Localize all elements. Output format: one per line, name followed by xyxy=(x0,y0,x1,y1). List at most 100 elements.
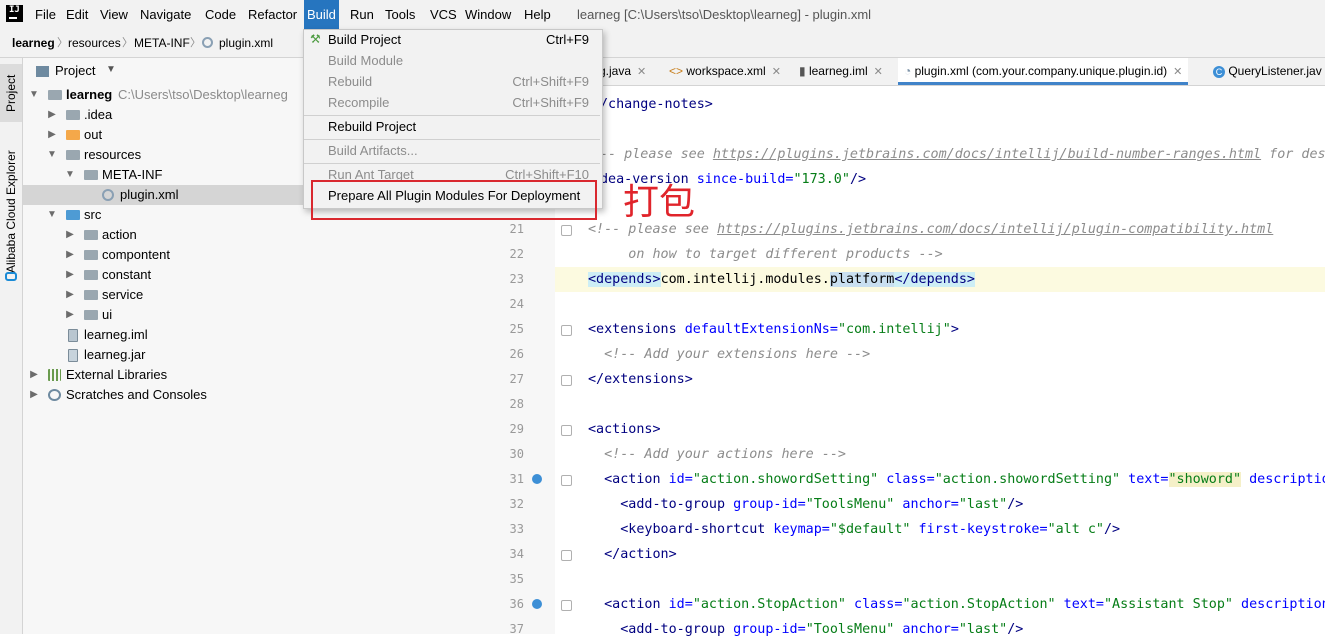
fold-marker-icon[interactable] xyxy=(561,600,572,611)
tree-item-compontent[interactable]: ▶ compontent xyxy=(23,245,503,265)
collapse-arrow-icon[interactable]: ▶ xyxy=(65,225,75,245)
expand-arrow-icon[interactable]: ▼ xyxy=(65,165,75,185)
breadcrumb-resources[interactable]: resources xyxy=(68,29,121,57)
menu-edit[interactable]: Edit xyxy=(63,0,91,29)
tree-item-ui[interactable]: ▶ ui xyxy=(23,305,503,325)
menu-item-build-project[interactable]: ⚒ Build Project Ctrl+F9 xyxy=(303,29,601,50)
menu-item-label: Build Project xyxy=(328,32,401,47)
close-icon[interactable]: ✕ xyxy=(1173,66,1182,78)
code-token: "Assistant Stop" xyxy=(1104,597,1233,612)
plugin-file-icon xyxy=(202,37,213,48)
collapse-arrow-icon[interactable]: ▶ xyxy=(29,385,39,405)
expand-arrow-icon[interactable]: ▼ xyxy=(47,205,57,225)
breadcrumb-meta-inf[interactable]: META-INF xyxy=(134,29,190,57)
window-title: learneg [C:\Users\tso\Desktop\learneg] -… xyxy=(577,7,872,22)
code-token: id= xyxy=(660,472,693,487)
menu-view[interactable]: View xyxy=(97,0,131,29)
close-icon[interactable]: ✕ xyxy=(772,66,781,78)
collapse-arrow-icon[interactable]: ▶ xyxy=(65,245,75,265)
menu-item-build-module[interactable]: Build Module xyxy=(303,50,601,71)
menu-file[interactable]: File xyxy=(32,0,59,29)
close-icon[interactable]: ✕ xyxy=(637,66,646,78)
code-link[interactable]: https://plugins.jetbrains.com/docs/intel… xyxy=(717,222,1273,237)
highlight-box xyxy=(311,180,597,220)
tab-label: g.java xyxy=(599,64,632,78)
collapse-arrow-icon[interactable]: ▶ xyxy=(47,105,57,125)
collapse-arrow-icon[interactable]: ▶ xyxy=(65,265,75,285)
menu-item-rebuild[interactable]: Rebuild Ctrl+Shift+F9 xyxy=(303,71,601,92)
line-number: 34 xyxy=(509,547,524,561)
code-token: platform xyxy=(829,272,895,287)
implementation-marker-icon[interactable] xyxy=(532,474,542,484)
tree-item-external-libraries[interactable]: ▶ External Libraries xyxy=(23,365,503,385)
collapse-arrow-icon[interactable]: ▶ xyxy=(65,305,75,325)
menu-code[interactable]: Code xyxy=(202,0,239,29)
chevron-down-icon[interactable]: ▼ xyxy=(106,64,116,75)
expand-arrow-icon[interactable]: ▼ xyxy=(47,145,57,165)
package-icon xyxy=(84,270,98,280)
breadcrumb-plugin-xml[interactable]: plugin.xml xyxy=(219,29,273,57)
tree-item-learneg-iml[interactable]: learneg.iml xyxy=(23,325,503,345)
project-tool-tab[interactable]: Project xyxy=(0,64,22,122)
fold-marker-icon[interactable] xyxy=(561,225,572,236)
menu-window[interactable]: Window xyxy=(462,0,514,29)
code-line: <add-to-group group-id="ToolsMenu" ancho… xyxy=(588,617,1023,642)
implementation-marker-icon[interactable] xyxy=(532,599,542,609)
line-number: 28 xyxy=(509,397,524,411)
project-panel-title[interactable]: Project xyxy=(55,63,95,78)
tree-item-label: Scratches and Consoles xyxy=(66,387,207,402)
menu-build[interactable]: Build xyxy=(304,0,339,29)
code-link[interactable]: https://plugins.jetbrains.com/docs/intel… xyxy=(713,147,1261,162)
code-token: <action xyxy=(588,472,661,487)
code-line: on how to target different products --> xyxy=(588,242,942,267)
code-token: "173.0" xyxy=(793,172,850,187)
code-line: <!-- Add your extensions here --> xyxy=(588,342,870,367)
chevron-right-icon: 〉 xyxy=(190,37,201,49)
tree-item-learneg-jar[interactable]: learneg.jar xyxy=(23,345,503,365)
code-line: <add-to-group group-id="ToolsMenu" ancho… xyxy=(588,492,1023,517)
code-token: "action.StopAction" xyxy=(902,597,1056,612)
menu-item-label: Rebuild xyxy=(328,74,373,89)
fold-marker-icon[interactable] xyxy=(561,475,572,486)
menu-vcs[interactable]: VCS xyxy=(427,0,460,29)
breadcrumb-project[interactable]: learneg xyxy=(12,29,55,57)
menu-run[interactable]: Run xyxy=(347,0,377,29)
code-token: <actions> xyxy=(588,422,661,437)
fold-marker-icon[interactable] xyxy=(561,425,572,436)
menu-item-rebuild-project[interactable]: Rebuild Project xyxy=(303,116,601,137)
fold-marker-icon[interactable] xyxy=(561,375,572,386)
fold-marker-icon[interactable] xyxy=(561,325,572,336)
collapse-arrow-icon[interactable]: ▶ xyxy=(65,285,75,305)
code-line: </extensions> xyxy=(588,367,693,392)
menu-item-recompile[interactable]: Recompile Ctrl+Shift+F9 xyxy=(303,92,601,113)
menu-help[interactable]: Help xyxy=(521,0,554,29)
code-token: anchor= xyxy=(894,497,959,512)
scratches-icon xyxy=(48,389,61,401)
code-token: "ToolsMenu" xyxy=(805,497,895,512)
tab-g-java[interactable]: g.java ✕ xyxy=(599,58,646,85)
tree-item-scratches[interactable]: ▶ Scratches and Consoles xyxy=(23,385,503,405)
tab-plugin-xml[interactable]: ◔ plugin.xml (com.your.company.unique.pl… xyxy=(898,58,1189,85)
code-token: /change-notes> xyxy=(600,97,713,112)
menu-item-build-artifacts[interactable]: Build Artifacts... xyxy=(303,140,601,161)
tree-item-constant[interactable]: ▶ constant xyxy=(23,265,503,285)
collapse-arrow-icon[interactable]: ▶ xyxy=(47,125,57,145)
alibaba-cloud-explorer-tab[interactable]: Alibaba Cloud Explorer xyxy=(0,142,22,282)
fold-marker-icon[interactable] xyxy=(561,550,572,561)
expand-arrow-icon[interactable]: ▼ xyxy=(29,85,39,105)
menu-tools[interactable]: Tools xyxy=(382,0,418,29)
tree-item-label: resources xyxy=(84,147,142,162)
code-token: keymap= xyxy=(765,522,830,537)
tab-workspace-xml[interactable]: <> workspace.xml ✕ xyxy=(669,58,781,85)
collapse-arrow-icon[interactable]: ▶ xyxy=(29,365,39,385)
close-icon[interactable]: ✕ xyxy=(874,66,883,78)
tab-learneg-iml[interactable]: ▮ learneg.iml ✕ xyxy=(799,58,883,85)
line-number: 32 xyxy=(509,497,524,511)
menu-navigate[interactable]: Navigate xyxy=(137,0,194,29)
code-line: <actions> xyxy=(588,417,661,442)
tree-item-action[interactable]: ▶ action xyxy=(23,225,503,245)
code-token: text= xyxy=(1120,472,1169,487)
menu-refactor[interactable]: Refactor xyxy=(245,0,300,29)
tree-item-service[interactable]: ▶ service xyxy=(23,285,503,305)
tab-querylistener[interactable]: C QueryListener.jav xyxy=(1213,58,1322,85)
